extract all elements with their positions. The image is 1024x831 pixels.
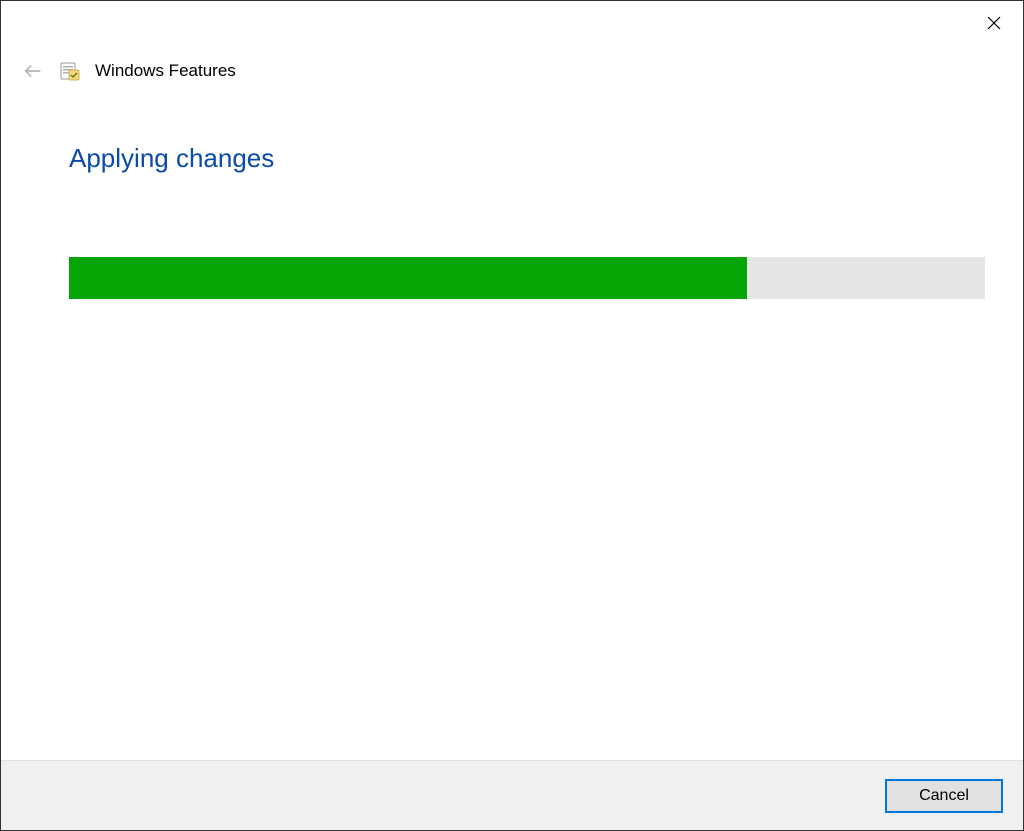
header-row: Windows Features (21, 59, 236, 83)
close-button[interactable] (971, 7, 1017, 39)
main-heading: Applying changes (69, 143, 274, 174)
progress-bar (69, 257, 985, 299)
window-title: Windows Features (95, 61, 236, 81)
cancel-button[interactable]: Cancel (885, 779, 1003, 813)
windows-features-icon (59, 60, 81, 82)
back-button (21, 59, 45, 83)
progress-fill (69, 257, 747, 299)
arrow-left-icon (22, 60, 44, 82)
dialog-footer: Cancel (1, 760, 1023, 830)
close-icon (987, 16, 1001, 30)
